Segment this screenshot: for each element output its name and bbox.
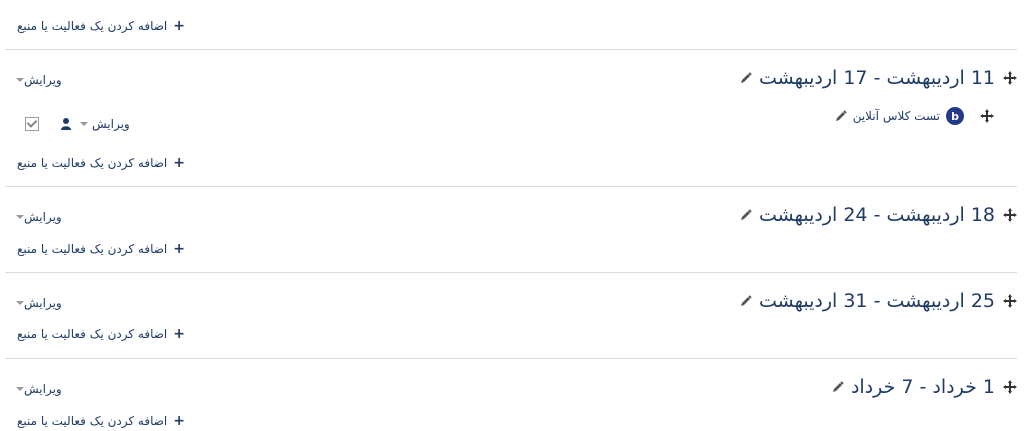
- chevron-down-icon: [16, 301, 24, 305]
- plus-icon: +: [173, 155, 185, 171]
- section-edit-menu[interactable]: ویرایش: [12, 380, 62, 398]
- add-activity-label: اضافه کردن یک فعالیت یا منبع: [16, 19, 168, 33]
- add-activity-label: اضافه کردن یک فعالیت یا منبع: [16, 242, 168, 256]
- user-icon[interactable]: [61, 118, 71, 130]
- section-edit-menu[interactable]: ویرایش: [12, 71, 62, 89]
- add-activity-link[interactable]: + اضافه کردن یک فعالیت یا منبع: [0, 153, 185, 173]
- move-icon[interactable]: [1003, 71, 1017, 85]
- section-divider: [5, 186, 1017, 187]
- move-icon[interactable]: [980, 109, 994, 123]
- activity-item[interactable]: b تست کلاس آنلاین: [835, 106, 994, 126]
- chevron-down-icon: [16, 215, 24, 219]
- move-icon[interactable]: [1003, 294, 1017, 308]
- chevron-down-icon: [16, 78, 24, 82]
- pencil-icon[interactable]: [740, 72, 752, 84]
- section-edit-menu[interactable]: ویرایش: [12, 294, 62, 312]
- section-title-text: 11 اردیبهشت - 17 اردیبهشت: [759, 67, 995, 89]
- plus-icon: +: [173, 241, 185, 257]
- pencil-icon[interactable]: [832, 381, 844, 393]
- chevron-down-icon: [80, 122, 88, 126]
- add-activity-label: اضافه کردن یک فعالیت یا منبع: [16, 414, 168, 428]
- section-title: 25 اردیبهشت - 31 اردیبهشت: [740, 288, 1017, 314]
- section-title-text: 1 خرداد - 7 خرداد: [850, 376, 995, 398]
- plus-icon: +: [173, 413, 185, 429]
- add-activity-link[interactable]: + اضافه کردن یک فعالیت یا منبع: [0, 324, 185, 344]
- add-activity-label: اضافه کردن یک فعالیت یا منبع: [16, 156, 168, 170]
- checkbox-icon[interactable]: [25, 117, 39, 131]
- add-activity-link[interactable]: + اضافه کردن یک فعالیت یا منبع: [0, 239, 185, 259]
- bigbluebutton-icon: b: [946, 107, 964, 125]
- section-divider: [5, 272, 1017, 273]
- move-icon[interactable]: [1003, 208, 1017, 222]
- add-activity-label: اضافه کردن یک فعالیت یا منبع: [16, 327, 168, 341]
- edit-label: ویرایش: [24, 210, 62, 224]
- edit-label: ویرایش: [24, 73, 62, 87]
- section-edit-menu[interactable]: ویرایش: [12, 208, 62, 226]
- chevron-down-icon: [16, 387, 24, 391]
- pencil-icon[interactable]: [740, 209, 752, 221]
- section-title: 1 خرداد - 7 خرداد: [832, 374, 1017, 400]
- section-title: 18 اردیبهشت - 24 اردیبهشت: [740, 202, 1017, 228]
- activity-edit-menu[interactable]: ویرایش: [92, 117, 130, 131]
- section-divider: [5, 358, 1017, 359]
- pencil-icon[interactable]: [740, 295, 752, 307]
- plus-icon: +: [173, 18, 185, 34]
- section-title: 11 اردیبهشت - 17 اردیبهشت: [740, 65, 1017, 91]
- edit-label: ویرایش: [24, 382, 62, 396]
- activity-name[interactable]: تست کلاس آنلاین: [853, 109, 940, 123]
- move-icon[interactable]: [1003, 380, 1017, 394]
- section-divider: [5, 49, 1017, 50]
- section-title-text: 18 اردیبهشت - 24 اردیبهشت: [759, 204, 995, 226]
- section-title-text: 25 اردیبهشت - 31 اردیبهشت: [759, 290, 995, 312]
- activity-controls: ویرایش: [25, 114, 130, 134]
- pencil-icon[interactable]: [835, 110, 847, 122]
- add-activity-link[interactable]: + اضافه کردن یک فعالیت یا منبع: [0, 16, 185, 36]
- add-activity-link[interactable]: + اضافه کردن یک فعالیت یا منبع: [0, 411, 185, 431]
- plus-icon: +: [173, 326, 185, 342]
- edit-label: ویرایش: [24, 296, 62, 310]
